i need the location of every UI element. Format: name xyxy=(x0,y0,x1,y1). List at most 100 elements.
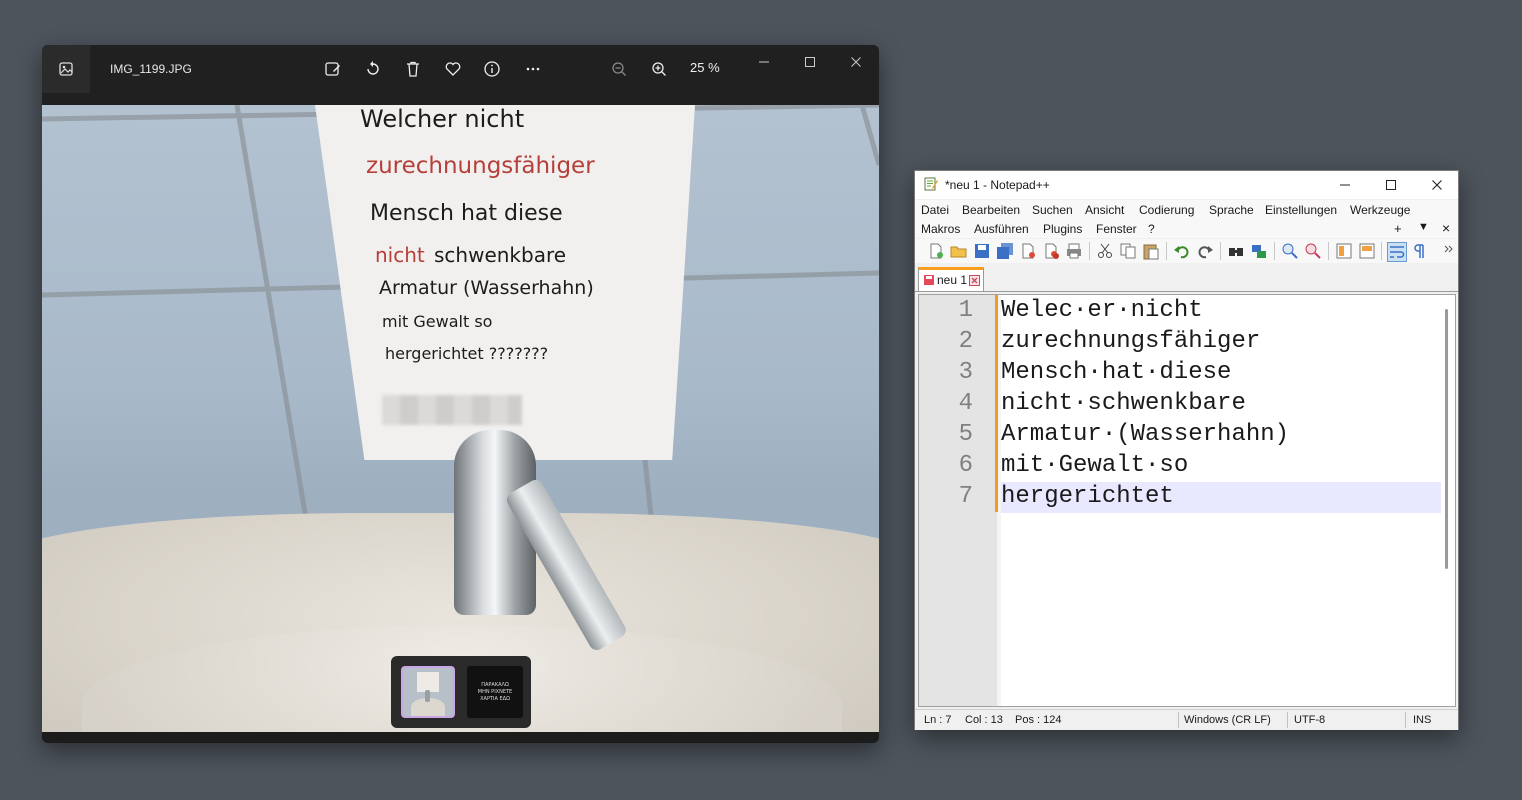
paste-icon[interactable] xyxy=(1142,242,1160,260)
vertical-scrollbar[interactable] xyxy=(1445,309,1448,569)
menu-add-button[interactable]: + xyxy=(1394,221,1402,236)
line-number: 6 xyxy=(958,452,973,479)
rotate-icon[interactable] xyxy=(361,58,385,80)
new-file-icon[interactable] xyxy=(927,242,945,260)
line-text[interactable]: Mensch·hat·diese xyxy=(1001,359,1231,386)
find-icon[interactable] xyxy=(1227,242,1245,260)
photos-app-icon xyxy=(42,45,90,93)
thumbnail-current[interactable] xyxy=(401,666,455,718)
line-number: 7 xyxy=(958,483,973,510)
sign-line-7: hergerichtet ??????? xyxy=(385,344,549,363)
copy-icon[interactable] xyxy=(1119,242,1137,260)
line-number: 5 xyxy=(958,421,973,448)
replace-icon[interactable] xyxy=(1250,242,1268,260)
undo-icon[interactable] xyxy=(1173,242,1191,260)
notepad-app-icon xyxy=(923,176,939,196)
status-eol[interactable]: Windows (CR LF) xyxy=(1184,714,1271,726)
show-all-chars-icon[interactable] xyxy=(1411,242,1429,260)
toolbar-separator xyxy=(1089,242,1090,260)
tab-close-icon[interactable] xyxy=(969,275,980,286)
toolbar-overflow-icon[interactable] xyxy=(1443,242,1455,260)
status-column: Col : 13 xyxy=(965,714,1003,726)
photos-window: IMG_1199.JPG 25 % Welcher nicht zurechnu… xyxy=(42,45,879,743)
cut-icon[interactable] xyxy=(1096,242,1114,260)
menu-datei[interactable]: Datei xyxy=(921,203,949,217)
line-text[interactable]: zurechnungsfähiger xyxy=(1001,328,1260,355)
status-insert-mode[interactable]: INS xyxy=(1413,714,1431,726)
np-close-button[interactable] xyxy=(1417,174,1457,196)
menu-ansicht[interactable]: Ansicht xyxy=(1085,203,1124,217)
status-separator xyxy=(1405,712,1406,728)
redo-icon[interactable] xyxy=(1196,242,1214,260)
editor-line[interactable]: 3 Mensch·hat·diese xyxy=(919,358,1443,389)
np-minimize-button[interactable] xyxy=(1325,174,1365,196)
zoom-out-icon[interactable] xyxy=(607,58,631,80)
line-text[interactable]: Welec·er·nicht xyxy=(1001,297,1203,324)
save-icon[interactable] xyxy=(973,242,991,260)
menu-sprache[interactable]: Sprache xyxy=(1209,203,1254,217)
line-text[interactable]: nicht·schwenkbare xyxy=(1001,390,1246,417)
word-wrap-icon[interactable] xyxy=(1387,242,1407,262)
thumbnail-next[interactable]: ΠΑΡΑΚΑΛΩ ΜΗΝ ΡΙΧΝΕΤΕ ΧΑΡΤΙΑ ΕΔΩ xyxy=(467,666,523,718)
tab-neu-1[interactable]: neu 1 xyxy=(918,267,984,291)
favorite-icon[interactable] xyxy=(441,58,465,80)
save-all-icon[interactable] xyxy=(996,242,1014,260)
zoom-level[interactable]: 25 % xyxy=(690,60,720,75)
editor[interactable]: 1 Welec·er·nicht 2 zurechnungsfähiger 3 … xyxy=(918,294,1456,707)
menu-suchen[interactable]: Suchen xyxy=(1032,203,1073,217)
line-text[interactable]: hergerichtet xyxy=(1001,483,1174,510)
sync-horizontal-icon[interactable] xyxy=(1358,242,1376,260)
editor-line[interactable]: 6 mit·Gewalt·so xyxy=(919,451,1443,482)
line-number: 4 xyxy=(958,390,973,417)
menu-close-doc-button[interactable]: × xyxy=(1442,220,1450,236)
maximize-button[interactable] xyxy=(795,53,825,71)
menu-help[interactable]: ? xyxy=(1148,222,1155,236)
line-text[interactable]: Armatur·(Wasserhahn) xyxy=(1001,421,1289,448)
close-button[interactable] xyxy=(841,53,871,71)
editor-line[interactable]: 5 Armatur·(Wasserhahn) xyxy=(919,420,1443,451)
line-number: 2 xyxy=(958,328,973,355)
np-maximize-button[interactable] xyxy=(1371,174,1411,196)
editor-line[interactable]: 1 Welec·er·nicht xyxy=(919,296,1443,327)
menu-makros[interactable]: Makros xyxy=(921,222,960,236)
menu-plugins[interactable]: Plugins xyxy=(1043,222,1082,236)
sign-line-6: mit Gewalt so xyxy=(382,312,493,331)
menu-einstellungen[interactable]: Einstellungen xyxy=(1265,203,1337,217)
close-file-icon[interactable] xyxy=(1019,242,1037,260)
thumb2-line-2: ΜΗΝ ΡΙΧΝΕΤΕ xyxy=(477,688,513,695)
edit-image-icon[interactable] xyxy=(321,58,345,80)
line-number: 1 xyxy=(958,297,973,324)
info-icon[interactable] xyxy=(480,58,504,80)
menu-dropdown-button[interactable]: ▼ xyxy=(1418,221,1429,233)
editor-line[interactable]: 2 zurechnungsfähiger xyxy=(919,327,1443,358)
close-all-icon[interactable] xyxy=(1042,242,1060,260)
delete-icon[interactable] xyxy=(401,58,425,80)
thumb2-line-3: ΧΑΡΤΙΑ ΕΔΩ xyxy=(480,695,510,702)
zoom-out-icon[interactable] xyxy=(1304,242,1322,260)
menu-werkzeuge[interactable]: Werkzeuge xyxy=(1350,203,1410,217)
toolbar xyxy=(915,239,1458,263)
zoom-in-icon[interactable] xyxy=(647,58,671,80)
open-file-icon[interactable] xyxy=(950,242,968,260)
photos-titlebar: IMG_1199.JPG 25 % xyxy=(42,45,879,105)
menu-ausfuehren[interactable]: Ausführen xyxy=(974,222,1029,236)
line-text[interactable]: mit·Gewalt·so xyxy=(1001,452,1188,479)
more-icon[interactable] xyxy=(521,58,545,80)
print-icon[interactable] xyxy=(1065,242,1083,260)
editor-line[interactable]: 7 hergerichtet xyxy=(919,482,1443,513)
menu-fenster[interactable]: Fenster xyxy=(1096,222,1137,236)
status-separator xyxy=(1178,712,1179,728)
minimize-button[interactable] xyxy=(749,53,779,71)
editor-line[interactable]: 4 nicht·schwenkbare xyxy=(919,389,1443,420)
notepad-window: *neu 1 - Notepad++ Datei Bearbeiten Such… xyxy=(914,170,1459,730)
menu-codierung[interactable]: Codierung xyxy=(1139,203,1194,217)
sign-line-1: Welcher nicht xyxy=(360,105,525,133)
photo-filename: IMG_1199.JPG xyxy=(110,62,192,76)
menu-bearbeiten[interactable]: Bearbeiten xyxy=(962,203,1020,217)
filmstrip: ΠΑΡΑΚΑΛΩ ΜΗΝ ΡΙΧΝΕΤΕ ΧΑΡΤΙΑ ΕΔΩ xyxy=(391,656,531,728)
zoom-in-icon[interactable] xyxy=(1281,242,1299,260)
toolbar-separator xyxy=(1381,242,1382,260)
status-encoding[interactable]: UTF-8 xyxy=(1294,714,1325,726)
toolbar-separator xyxy=(1328,242,1329,260)
sync-vertical-icon[interactable] xyxy=(1335,242,1353,260)
